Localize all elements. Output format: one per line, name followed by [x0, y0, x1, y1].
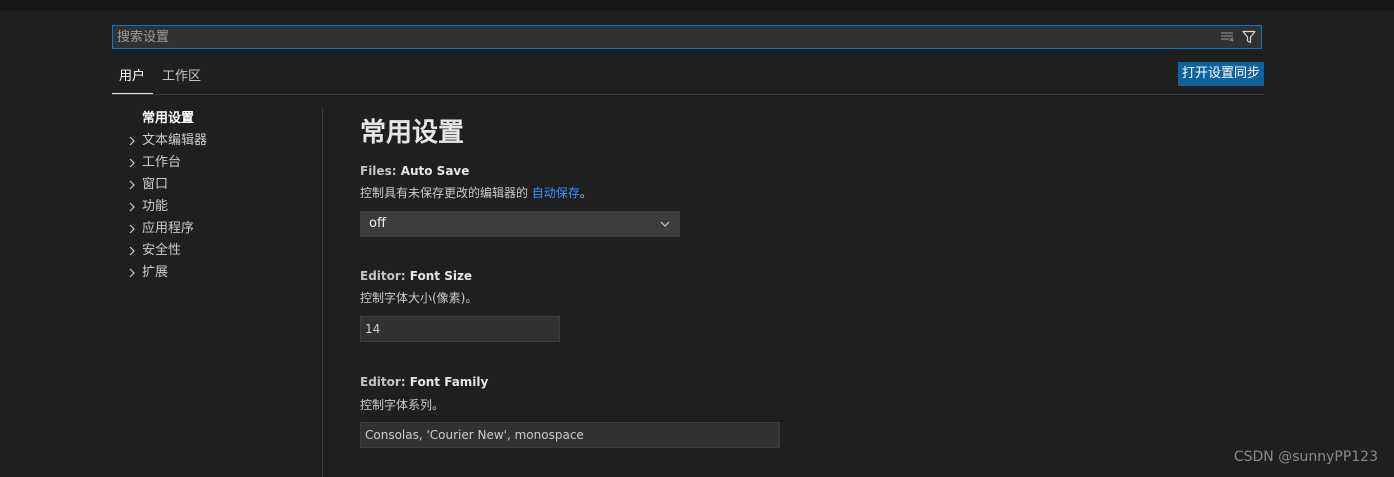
setting-name: Auto Save: [400, 164, 470, 178]
top-strip: [0, 0, 1394, 11]
search-actions: [1219, 29, 1257, 45]
clear-filter-icon[interactable]: [1219, 29, 1235, 45]
setting-desc-font-family: 控制字体系列。: [360, 398, 445, 412]
chevron-right-icon: [129, 202, 135, 212]
chevron-right-icon: [129, 158, 135, 168]
toc-item-label: 常用设置: [142, 111, 195, 126]
setting-category: Editor:: [360, 269, 410, 283]
toc-item-label: 安全性: [142, 243, 182, 258]
search-input[interactable]: [113, 26, 1217, 48]
setting-name: Font Family: [409, 375, 489, 389]
desc-text-end: 。: [579, 186, 592, 200]
chevron-right-icon: [129, 246, 135, 256]
chevron-right-icon: [129, 224, 135, 234]
desc-text: 控制具有未保存更改的编辑器的: [360, 186, 532, 200]
auto-save-select[interactable]: off: [360, 211, 680, 237]
toc-item-extensions[interactable]: 扩展: [112, 262, 322, 284]
open-settings-sync-button[interactable]: 打开设置同步: [1178, 62, 1264, 86]
setting-name: Font Size: [409, 269, 473, 283]
toc-item-workbench[interactable]: 工作台: [112, 152, 322, 174]
toc-item-features[interactable]: 功能: [112, 196, 322, 218]
setting-title-auto-save: Files: Auto Save: [360, 164, 469, 178]
setting-desc-auto-save: 控制具有未保存更改的编辑器的 自动保存。: [360, 184, 592, 201]
toc-item-label: 工作台: [142, 155, 182, 170]
setting-category: Files:: [360, 164, 401, 178]
toc-item-text-editor[interactable]: 文本编辑器: [112, 130, 322, 152]
font-family-input[interactable]: [360, 422, 780, 448]
toc-item-commonly-used[interactable]: 常用设置: [112, 108, 322, 130]
auto-save-link[interactable]: 自动保存: [532, 186, 580, 200]
page-title: 常用设置: [360, 118, 465, 148]
setting-title-font-family: Editor: Font Family: [360, 375, 488, 389]
tab-user[interactable]: 用户: [112, 68, 154, 94]
chevron-down-icon: [660, 221, 670, 227]
settings-toc: 常用设置 文本编辑器 工作台 窗口 功能 应用程序 安全性 扩展: [112, 108, 322, 284]
setting-category: Editor:: [360, 375, 410, 389]
setting-desc-font-size: 控制字体大小(像素)。: [360, 291, 478, 305]
search-box[interactable]: [112, 25, 1262, 49]
toc-item-security[interactable]: 安全性: [112, 240, 322, 262]
watermark: CSDN @sunnyPP123: [1233, 449, 1378, 465]
select-value: off: [369, 216, 386, 231]
tab-workspace[interactable]: 工作区: [162, 68, 201, 92]
toc-item-label: 功能: [142, 199, 169, 214]
filter-icon[interactable]: [1241, 29, 1257, 45]
settings-scope-tabs: 用户 工作区: [112, 62, 1264, 95]
toc-item-window[interactable]: 窗口: [112, 174, 322, 196]
toc-item-application[interactable]: 应用程序: [112, 218, 322, 240]
toc-divider: [322, 108, 323, 477]
chevron-right-icon: [129, 136, 135, 146]
toc-item-label: 文本编辑器: [142, 133, 208, 148]
toc-item-label: 扩展: [142, 265, 169, 280]
chevron-right-icon: [129, 180, 135, 190]
setting-title-font-size: Editor: Font Size: [360, 269, 472, 283]
toc-item-label: 应用程序: [142, 221, 195, 236]
font-size-input[interactable]: [360, 316, 560, 342]
toc-item-label: 窗口: [142, 177, 169, 192]
chevron-right-icon: [129, 268, 135, 278]
